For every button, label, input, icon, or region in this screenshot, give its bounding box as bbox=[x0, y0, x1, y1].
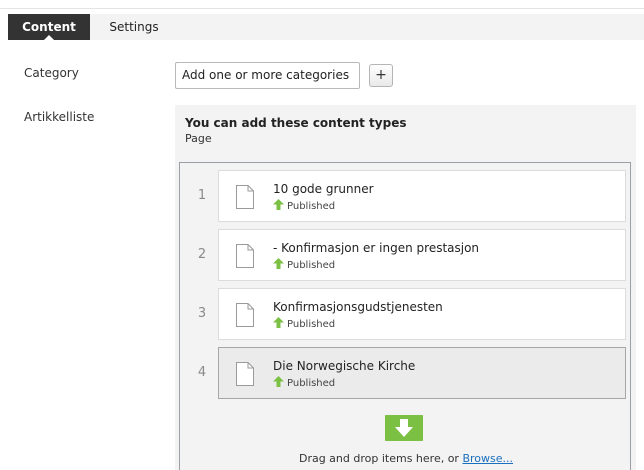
published-up-arrow-icon bbox=[273, 199, 284, 210]
item-status-label: Published bbox=[287, 319, 336, 330]
article-list-label: Artikkelliste bbox=[24, 110, 95, 124]
item-title: 10 gode grunner bbox=[273, 182, 374, 196]
list-item[interactable]: 2 - Konfirmasjon er ingen prestasjon Pub… bbox=[186, 229, 626, 281]
page-icon bbox=[236, 244, 254, 268]
drop-instructions: Drag and drop items here, or Browse... bbox=[180, 452, 632, 465]
page-icon bbox=[236, 362, 254, 386]
item-status-label: Published bbox=[287, 201, 336, 212]
list-item[interactable]: 4 Die Norwegische Kirche Published bbox=[186, 347, 626, 399]
list-item[interactable]: 1 10 gode grunner Published bbox=[186, 170, 626, 222]
panel-subtitle: Page bbox=[185, 132, 212, 145]
tab-content-label: Content bbox=[22, 20, 76, 34]
item-title: Konfirmasjonsgudstjenesten bbox=[273, 300, 443, 314]
item-status-label: Published bbox=[287, 260, 336, 271]
item-title: - Konfirmasjon er ingen prestasjon bbox=[273, 241, 480, 255]
item-card[interactable]: 10 gode grunner Published bbox=[218, 170, 626, 222]
published-up-arrow-icon bbox=[273, 376, 284, 387]
browse-link[interactable]: Browse... bbox=[462, 452, 513, 465]
item-card[interactable]: - Konfirmasjon er ingen prestasjon Publi… bbox=[218, 229, 626, 281]
published-up-arrow-icon bbox=[273, 258, 284, 269]
category-label: Category bbox=[24, 66, 79, 80]
add-category-button[interactable]: + bbox=[369, 64, 393, 87]
item-number: 1 bbox=[197, 188, 207, 203]
item-status: Published bbox=[273, 199, 335, 212]
item-status: Published bbox=[273, 258, 335, 271]
item-number: 2 bbox=[197, 247, 207, 262]
item-card[interactable]: Konfirmasjonsgudstjenesten Published bbox=[218, 288, 626, 340]
panel-title: You can add these content types bbox=[185, 116, 407, 130]
drop-text: Drag and drop items here, or bbox=[298, 452, 463, 465]
item-card[interactable]: Die Norwegische Kirche Published bbox=[218, 347, 626, 399]
published-up-arrow-icon bbox=[273, 317, 284, 328]
item-status-label: Published bbox=[287, 378, 336, 389]
tab-content[interactable]: Content bbox=[8, 14, 90, 40]
top-divider bbox=[0, 8, 644, 9]
content-area-dropzone[interactable]: 1 10 gode grunner Published 2 - Konfirma… bbox=[179, 162, 631, 470]
category-input[interactable]: Add one or more categories bbox=[175, 62, 360, 89]
tab-settings[interactable]: Settings bbox=[90, 14, 178, 40]
active-tab-caret bbox=[44, 35, 54, 40]
item-title: Die Norwegische Kirche bbox=[273, 359, 416, 373]
tab-bar: Content Settings bbox=[8, 14, 644, 40]
content-area-panel: You can add these content types Page 1 1… bbox=[175, 105, 636, 470]
item-number: 3 bbox=[197, 306, 207, 321]
page-icon bbox=[236, 303, 254, 327]
page-icon bbox=[236, 185, 254, 209]
tab-settings-label: Settings bbox=[109, 20, 159, 34]
item-status: Published bbox=[273, 317, 335, 330]
list-item[interactable]: 3 Konfirmasjonsgudstjenesten Published bbox=[186, 288, 626, 340]
drop-arrow-icon bbox=[385, 415, 423, 441]
item-number: 4 bbox=[197, 365, 207, 380]
item-status: Published bbox=[273, 376, 335, 389]
